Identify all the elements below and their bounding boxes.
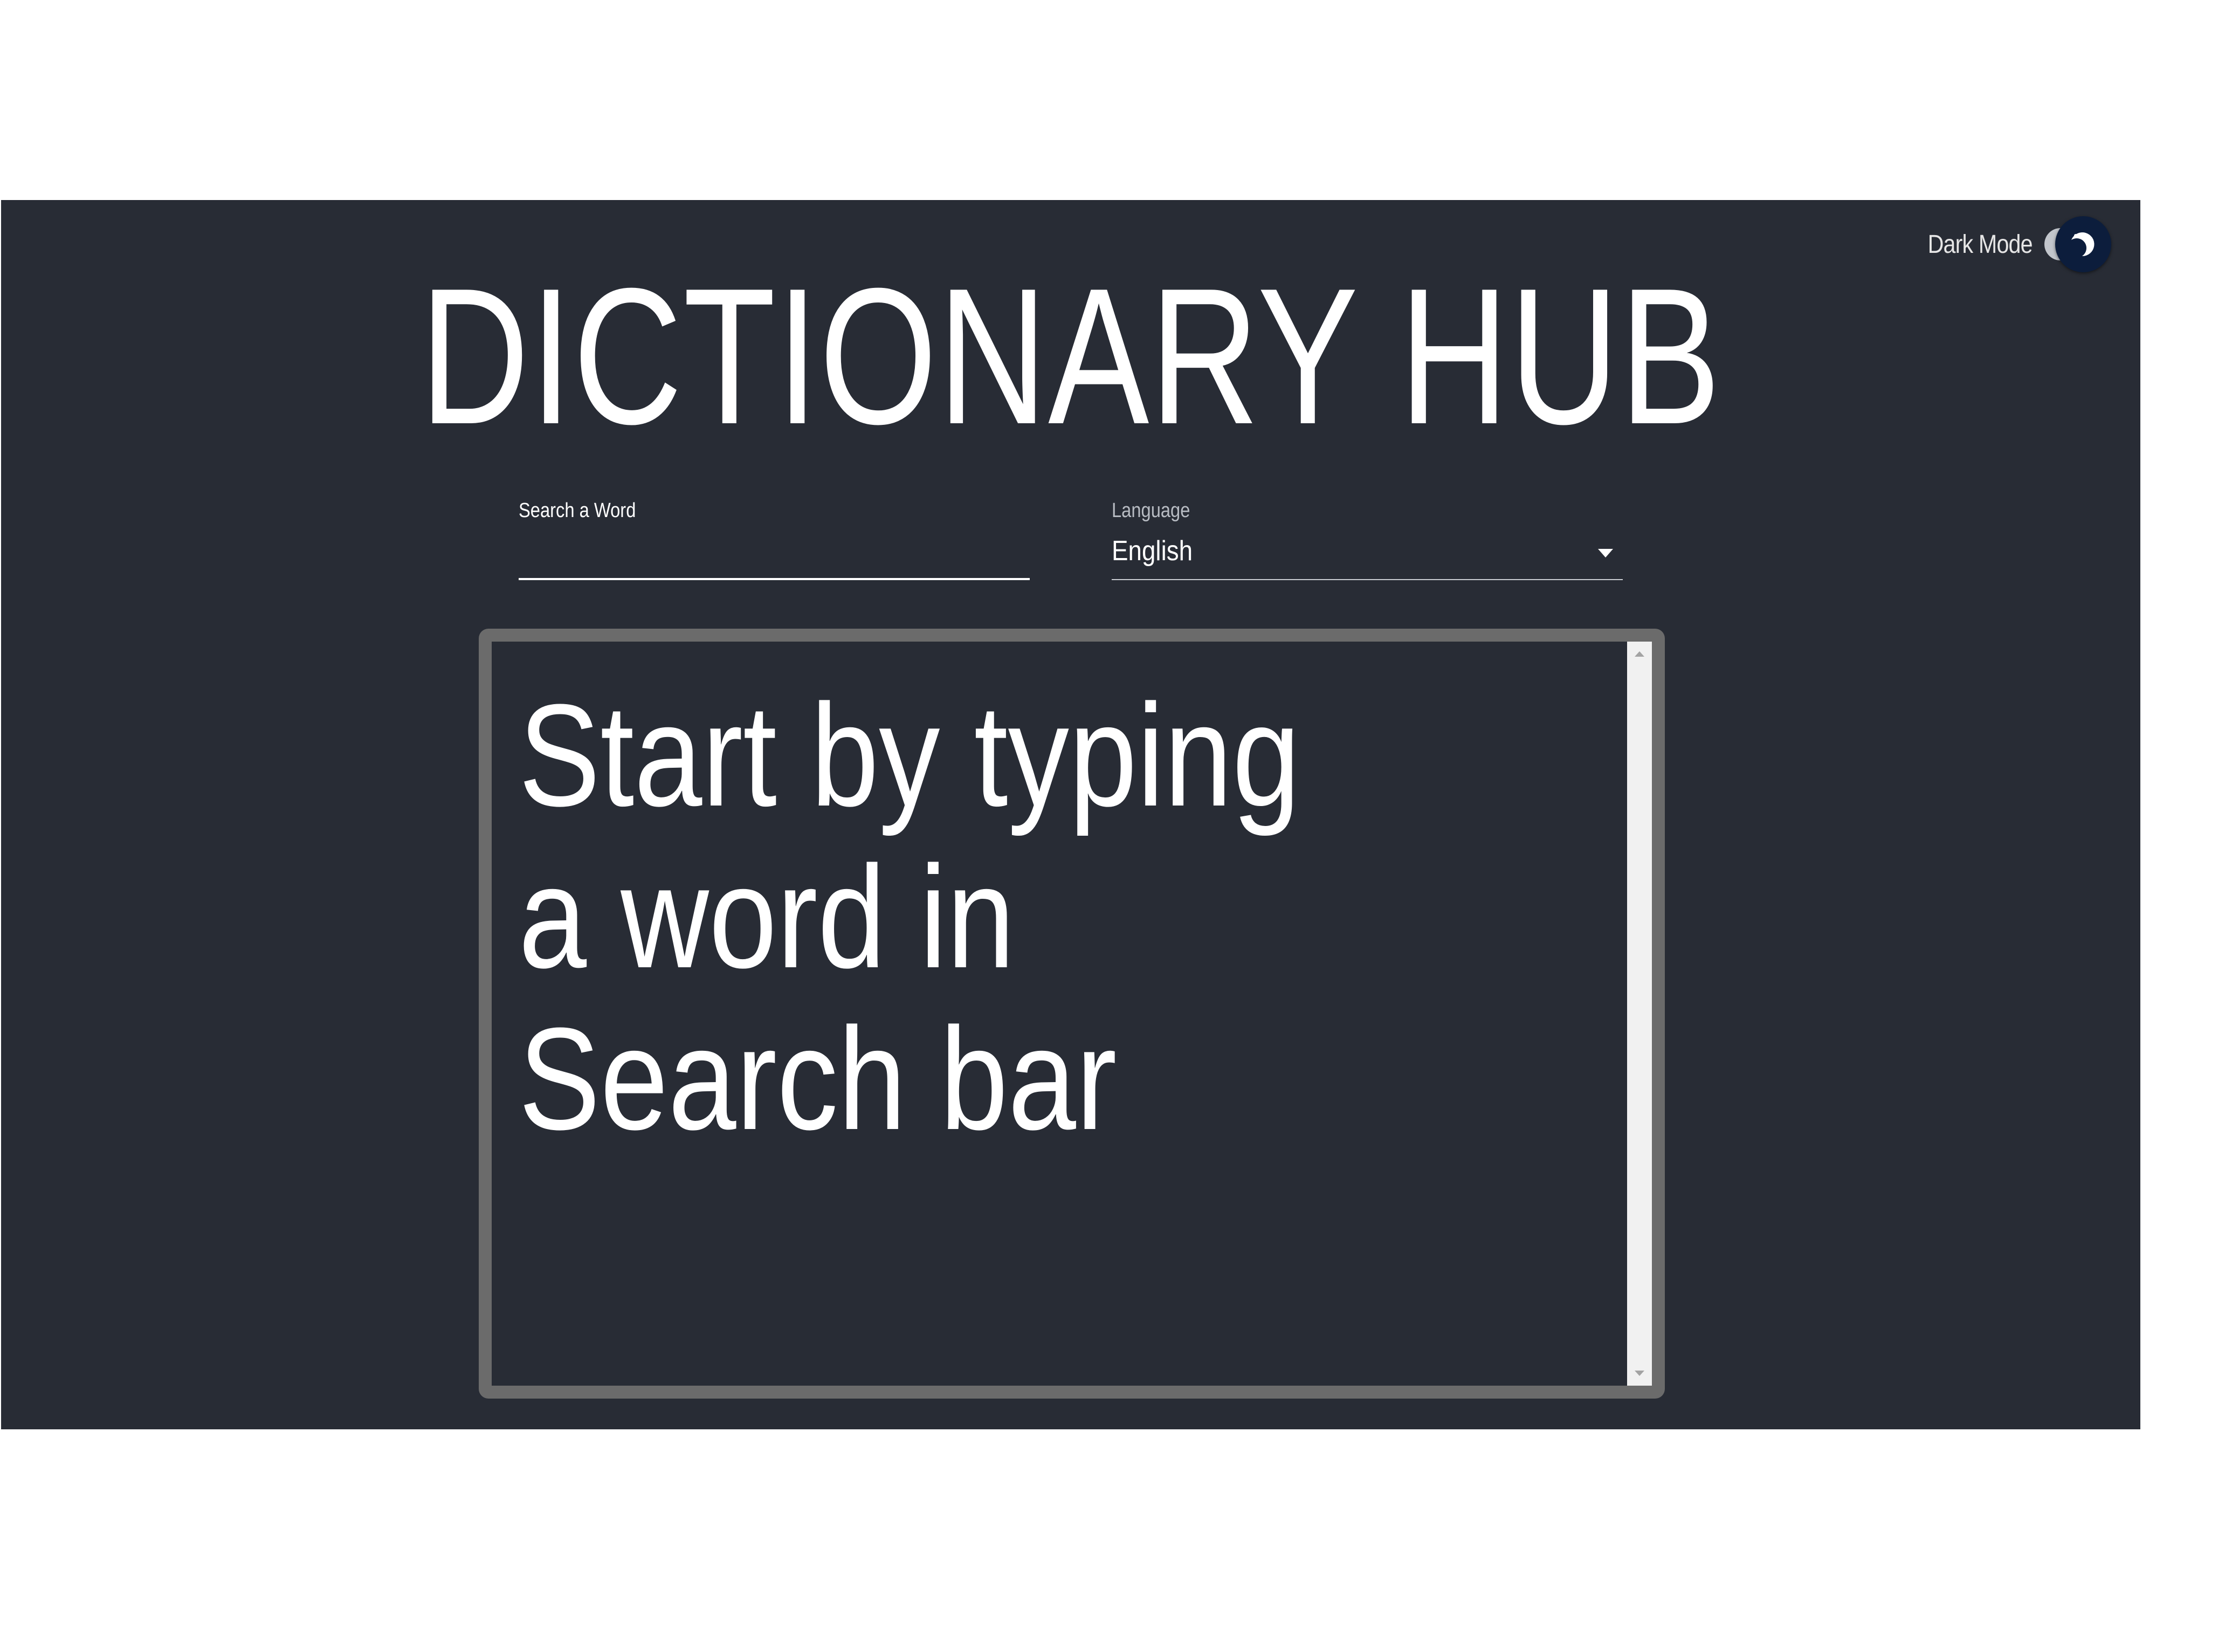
dark-mode-label: Dark Mode	[1927, 230, 2033, 259]
dark-mode-toggle[interactable]	[2044, 215, 2111, 274]
caret-down-icon[interactable]	[1598, 549, 1613, 557]
result-panel: Start by typing a word in Search bar	[479, 629, 1665, 1399]
scroll-down-icon[interactable]	[1635, 1371, 1644, 1376]
scroll-up-icon[interactable]	[1635, 651, 1644, 657]
language-label: Language	[1112, 499, 1190, 522]
result-message: Start by typing a word in Search bar	[519, 674, 1300, 1160]
app-container: Dark Mode DICTIONARY HUB Search a Word L…	[1, 200, 2140, 1429]
language-select[interactable]: Language English	[1112, 499, 1623, 580]
search-input[interactable]	[519, 532, 1030, 575]
result-scrollbar[interactable]	[1627, 642, 1652, 1386]
language-selected-value[interactable]: English	[1112, 535, 1193, 567]
search-label: Search a Word	[519, 499, 636, 522]
app-title: DICTIONARY HUB	[419, 248, 1722, 465]
language-underline	[1112, 579, 1623, 580]
toggle-knob[interactable]	[2055, 216, 2111, 272]
moon-icon	[2071, 232, 2095, 257]
search-field[interactable]: Search a Word	[519, 499, 1030, 580]
dark-mode-control: Dark Mode	[1911, 212, 2111, 277]
search-underline	[519, 578, 1030, 580]
